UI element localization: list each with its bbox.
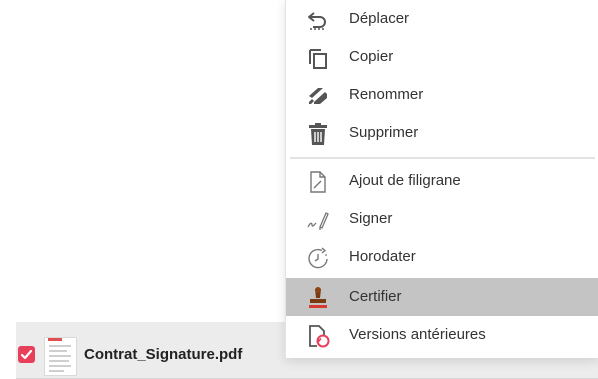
check-icon bbox=[20, 349, 33, 360]
certify-icon bbox=[309, 287, 327, 308]
menu-item-timestamp[interactable]: Horodater bbox=[286, 238, 598, 276]
menu-item-watermark[interactable]: Ajout de filigrane bbox=[286, 162, 598, 200]
menu-item-label: Déplacer bbox=[349, 10, 410, 27]
context-menu: Déplacer Copier Renommer Supprimer Ajout… bbox=[285, 0, 598, 358]
menu-divider bbox=[290, 157, 595, 159]
menu-item-label: Copier bbox=[349, 48, 394, 65]
menu-item-label: Certifier bbox=[349, 288, 402, 305]
menu-item-label: Ajout de filigrane bbox=[349, 172, 461, 189]
timestamp-icon bbox=[308, 247, 328, 269]
menu-item-certify[interactable]: Certifier bbox=[286, 278, 598, 316]
move-icon bbox=[308, 12, 326, 30]
menu-item-label: Renommer bbox=[349, 86, 424, 103]
menu-item-move[interactable]: Déplacer bbox=[286, 0, 598, 38]
menu-item-rename[interactable]: Renommer bbox=[286, 76, 598, 114]
menu-item-label: Versions antérieures bbox=[349, 326, 486, 343]
sign-icon bbox=[307, 212, 329, 230]
watermark-icon bbox=[310, 171, 326, 193]
file-name[interactable]: Contrat_Signature.pdf bbox=[84, 346, 242, 363]
history-icon bbox=[309, 325, 330, 348]
menu-item-history[interactable]: Versions antérieures bbox=[286, 316, 598, 354]
copy-icon bbox=[309, 49, 327, 69]
pdf-thumbnail bbox=[44, 337, 77, 376]
menu-item-label: Horodater bbox=[349, 248, 416, 265]
file-checkbox[interactable] bbox=[18, 346, 35, 363]
menu-item-copy[interactable]: Copier bbox=[286, 38, 598, 76]
menu-item-sign[interactable]: Signer bbox=[286, 200, 598, 238]
menu-item-label: Signer bbox=[349, 210, 393, 227]
rename-icon bbox=[309, 88, 327, 104]
menu-item-delete[interactable]: Supprimer bbox=[286, 114, 598, 152]
trash-icon bbox=[309, 123, 327, 145]
menu-item-label: Supprimer bbox=[349, 124, 419, 141]
